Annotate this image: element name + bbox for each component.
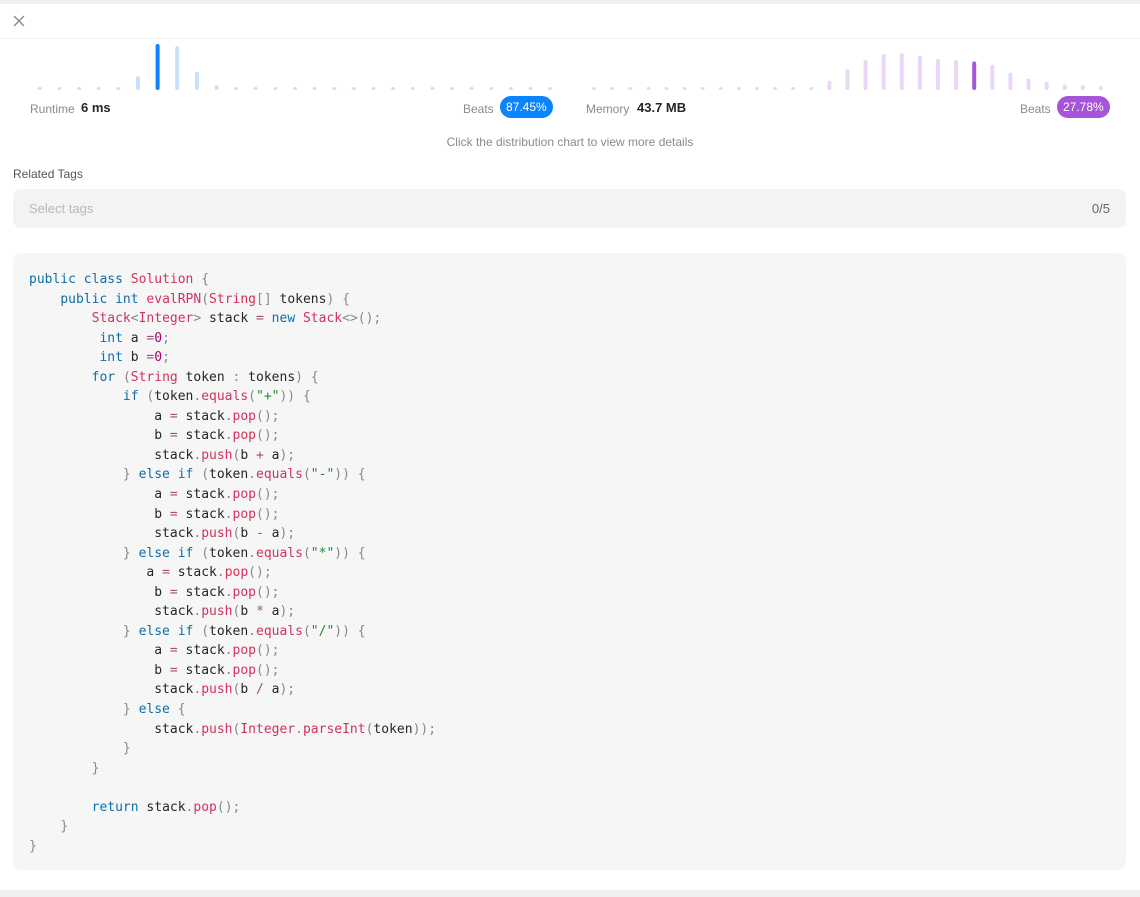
runtime-distribution-bar[interactable] — [116, 87, 121, 90]
memory-distribution-bar[interactable] — [682, 87, 687, 90]
runtime-distribution-bar[interactable] — [214, 85, 219, 90]
runtime-distribution-bar[interactable] — [469, 87, 474, 90]
runtime-distribution-bar[interactable] — [548, 87, 553, 90]
memory-distribution-bar[interactable] — [863, 60, 868, 90]
runtime-distribution-bar[interactable] — [253, 87, 258, 90]
memory-label: Memory — [586, 102, 630, 116]
close-icon — [13, 15, 25, 27]
memory-distribution-bar[interactable] — [1098, 86, 1103, 90]
memory-distribution-bar[interactable] — [755, 87, 759, 90]
runtime-beats-label: Beats — [463, 102, 494, 116]
memory-distribution-bar[interactable] — [827, 80, 832, 90]
memory-distribution-bar[interactable] — [700, 87, 705, 90]
memory-distribution-svg[interactable] — [585, 40, 1110, 90]
runtime-value: 6 ms — [81, 100, 111, 115]
memory-distribution-bar[interactable] — [1026, 78, 1031, 91]
memory-distribution-bar[interactable] — [899, 53, 904, 90]
memory-value: 43.7 MB — [637, 100, 687, 115]
runtime-distribution-bar[interactable] — [430, 87, 435, 90]
memory-distribution-bar[interactable] — [646, 87, 651, 90]
runtime-distribution-bar[interactable] — [508, 87, 513, 90]
runtime-distribution-bar[interactable] — [528, 87, 533, 90]
solution-code: public class Solution { public int evalR… — [29, 272, 437, 854]
runtime-distribution-bar[interactable] — [155, 44, 160, 90]
runtime-distribution-bar[interactable] — [391, 87, 396, 90]
runtime-distribution-bar[interactable] — [194, 71, 199, 90]
runtime-distribution-chart[interactable] — [30, 40, 560, 90]
runtime-distribution-bar[interactable] — [273, 87, 278, 90]
memory-distribution-bar[interactable] — [845, 69, 850, 90]
code-block: public class Solution { public int evalR… — [13, 253, 1126, 870]
close-button[interactable] — [10, 12, 28, 30]
runtime-label: Runtime — [30, 102, 75, 116]
memory-distribution-bar[interactable] — [664, 87, 669, 90]
memory-distribution-bar[interactable] — [718, 87, 723, 90]
memory-distribution-bar[interactable] — [592, 87, 597, 90]
memory-distribution-bar[interactable] — [972, 61, 977, 91]
tag-select-placeholder: Select tags — [29, 201, 94, 216]
memory-distribution-bar[interactable] — [990, 64, 995, 90]
related-tags-title: Related Tags — [13, 167, 83, 181]
memory-distribution-bar[interactable] — [610, 87, 615, 90]
tag-select-input[interactable]: Select tags 0/5 — [13, 189, 1126, 228]
runtime-distribution-bar[interactable] — [175, 46, 180, 90]
memory-distribution-bar[interactable] — [954, 60, 959, 90]
runtime-beats-badge: 87.45% — [500, 96, 553, 118]
memory-beats-badge: 27.78% — [1057, 96, 1110, 118]
memory-distribution-bar[interactable] — [917, 55, 922, 91]
runtime-distribution-bar[interactable] — [293, 87, 297, 90]
memory-beats-label: Beats — [1020, 102, 1051, 116]
memory-distribution-bar[interactable] — [881, 54, 886, 90]
runtime-distribution-svg[interactable] — [30, 40, 560, 90]
chart-hint-text: Click the distribution chart to view mor… — [446, 135, 694, 149]
runtime-distribution-bar[interactable] — [234, 87, 239, 90]
memory-distribution-bar[interactable] — [936, 58, 940, 90]
runtime-distribution-bar[interactable] — [489, 87, 494, 90]
memory-distribution-bar[interactable] — [1008, 72, 1013, 91]
runtime-distribution-bar[interactable] — [450, 87, 454, 90]
memory-distribution-bar[interactable] — [736, 87, 741, 90]
memory-distribution-bar[interactable] — [1080, 85, 1085, 90]
runtime-distribution-bar[interactable] — [77, 87, 82, 90]
runtime-distribution-bar[interactable] — [332, 87, 337, 90]
memory-distribution-chart[interactable] — [585, 40, 1110, 90]
memory-distribution-bar[interactable] — [773, 87, 778, 90]
memory-distribution-bar[interactable] — [791, 87, 796, 90]
memory-distribution-bar[interactable] — [1062, 84, 1067, 91]
memory-distribution-bar[interactable] — [628, 87, 633, 90]
tag-count: 0/5 — [1091, 201, 1110, 216]
runtime-distribution-bar[interactable] — [37, 87, 42, 90]
memory-distribution-bar[interactable] — [1044, 81, 1049, 90]
runtime-distribution-bar[interactable] — [57, 87, 62, 90]
header-divider — [0, 38, 1140, 39]
runtime-distribution-bar[interactable] — [136, 76, 140, 90]
runtime-distribution-bar[interactable] — [96, 87, 101, 90]
runtime-distribution-bar[interactable] — [410, 87, 415, 90]
runtime-distribution-bar[interactable] — [371, 87, 376, 90]
submission-detail-panel: Runtime 6 ms Beats 87.45% Memory 43.7 MB… — [0, 4, 1140, 890]
runtime-distribution-bar[interactable] — [312, 87, 317, 90]
memory-distribution-bar[interactable] — [809, 87, 814, 90]
runtime-distribution-bar[interactable] — [351, 87, 356, 90]
